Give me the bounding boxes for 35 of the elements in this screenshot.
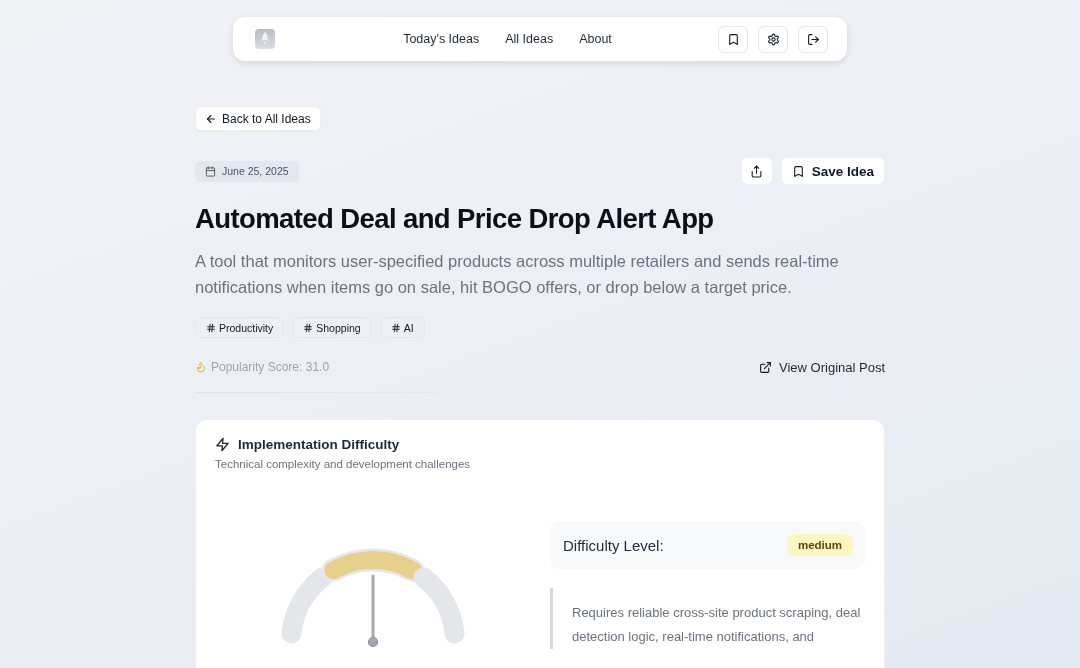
nav-link[interactable]: Today's Ideas <box>403 32 480 46</box>
settings-icon <box>766 32 780 46</box>
save-idea-button[interactable]: Save Idea <box>780 157 885 185</box>
difficulty-explanation: Requires reliable cross-site product scraping, deal detection logic, real-time notifications, and <box>572 604 862 646</box>
nav-link[interactable]: About <box>579 32 612 46</box>
tag-text: AI <box>403 321 414 334</box>
nav-link[interactable]: All Ideas <box>505 32 554 46</box>
card-title: Implementation Difficulty <box>238 437 400 452</box>
difficulty-badge: medium <box>786 534 853 556</box>
hash-icon <box>390 322 401 333</box>
lightning-icon <box>215 437 230 452</box>
logout-icon <box>806 32 820 46</box>
share-button[interactable] <box>740 157 773 185</box>
flame-icon <box>195 361 207 373</box>
settings-button[interactable] <box>758 25 788 53</box>
external-link-icon <box>759 360 772 374</box>
card-subtitle: Technical complexity and development challenges <box>215 458 472 470</box>
difficulty-level-label: Difficulty Level: <box>563 536 664 554</box>
view-original-post-link[interactable]: View Original Post <box>759 359 885 375</box>
hash-icon <box>206 322 216 333</box>
bookmark-icon <box>726 32 740 46</box>
tag-text: Productivity <box>219 321 274 334</box>
idea-title: Automated Deal and Price Drop Alert App <box>195 202 715 236</box>
idea-description: A tool that monitors user-specified products across multiple retailers and sends real-time notifications when items go on sale, hit BOGO offers, or drop below a target price. <box>195 251 840 298</box>
popularity-score: Popularity Score: 31.0 <box>211 360 330 374</box>
back-button[interactable]: Back to All Ideas <box>195 106 321 131</box>
date-text: June 25, 2025 <box>222 165 289 177</box>
calendar-icon <box>205 165 216 177</box>
bookmark-icon <box>791 164 805 178</box>
arrow-left-icon <box>205 112 217 125</box>
share-icon <box>750 164 764 178</box>
tag-text: Shopping <box>316 321 361 334</box>
bookmarks-button[interactable] <box>718 25 748 53</box>
hash-icon <box>303 322 314 333</box>
logout-button[interactable] <box>798 25 828 53</box>
